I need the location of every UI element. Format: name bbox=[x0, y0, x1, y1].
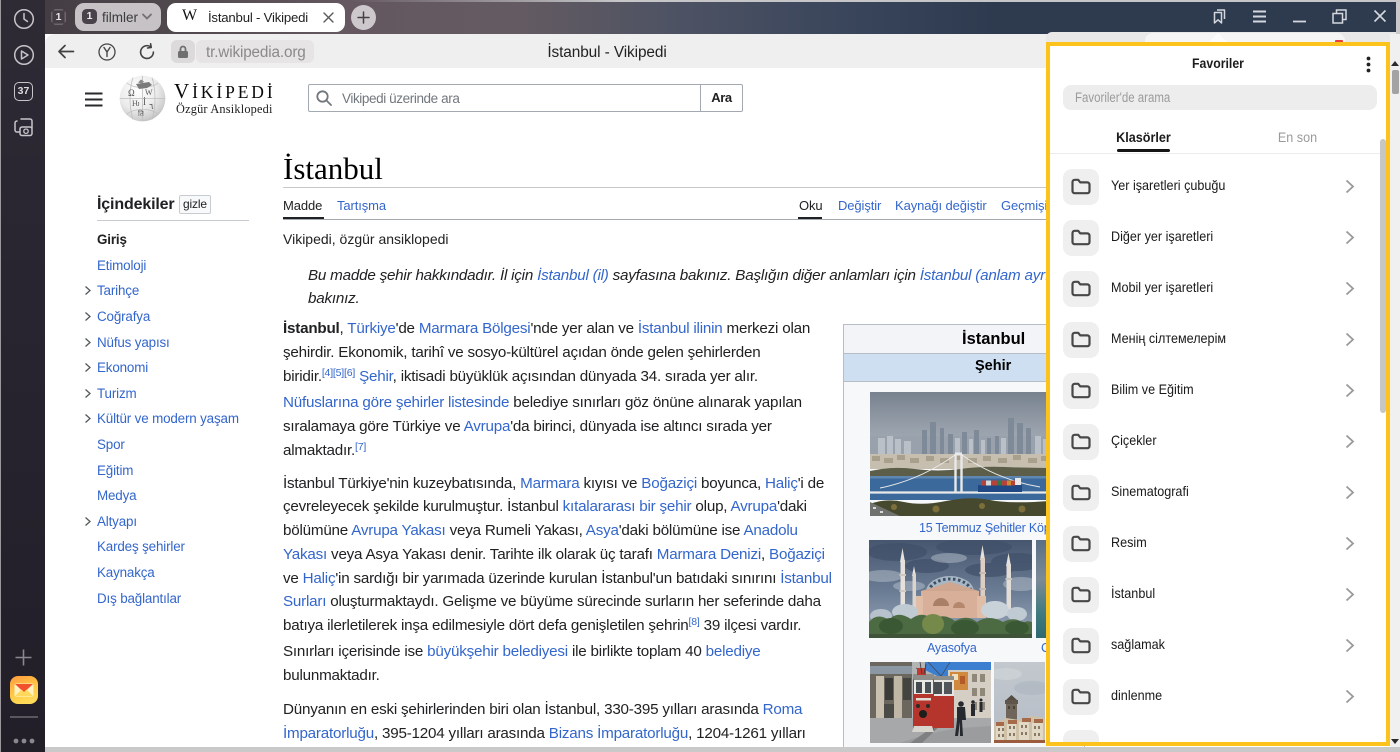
svg-text:ति: ति bbox=[138, 109, 145, 118]
svg-text:Ƕ: Ƕ bbox=[132, 99, 140, 108]
svg-text:İ: İ bbox=[143, 97, 146, 107]
svg-text:Ω: Ω bbox=[128, 88, 135, 98]
svg-text:W: W bbox=[145, 88, 153, 97]
svg-text:٦: ٦ bbox=[149, 102, 153, 111]
